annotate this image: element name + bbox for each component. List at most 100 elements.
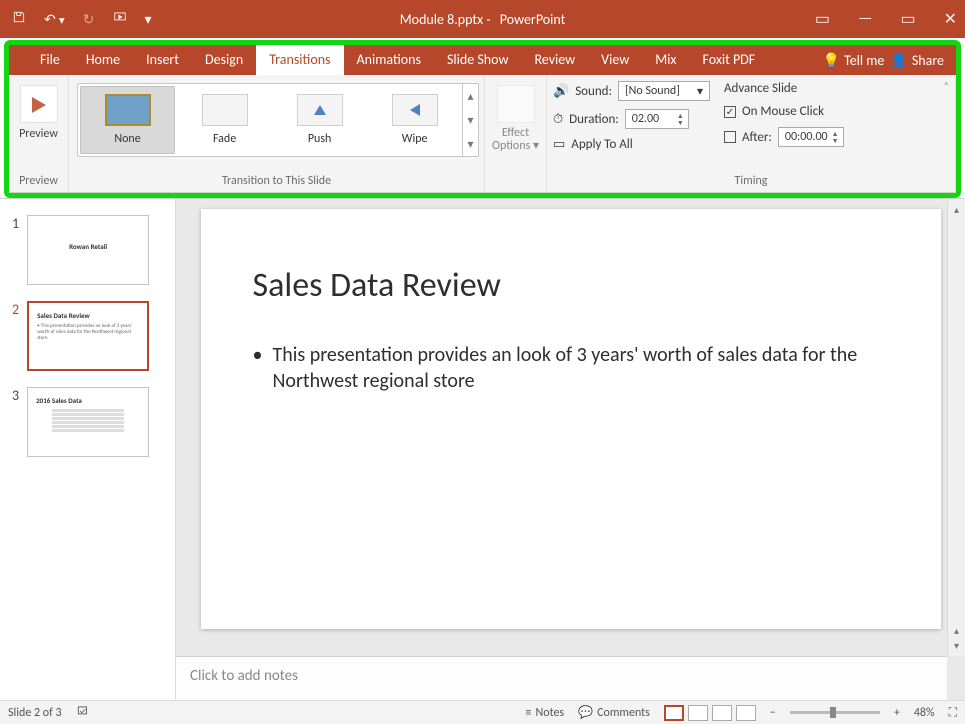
group-effect-options: EffectOptions ▾ (485, 75, 547, 192)
title-separator: - (486, 11, 490, 28)
group-timing: 🔊 Sound: [No Sound] ▾ ⏱ Duration: 02.00 … (547, 75, 956, 192)
effect-options-button[interactable]: EffectOptions ▾ (492, 127, 539, 153)
gallery-scroll-up-icon[interactable]: ▴ (463, 84, 478, 108)
slide-thumb-1-row: 1 Rowan Retail (0, 211, 175, 297)
ribbon-highlight-box: File Home Insert Design Transitions Anim… (4, 40, 961, 198)
sound-select[interactable]: [No Sound] ▾ (618, 81, 710, 101)
spin-down-icon[interactable]: ▼ (832, 137, 839, 144)
after-checkbox[interactable] (724, 131, 736, 143)
comments-icon: 💬 (578, 705, 593, 720)
tab-design[interactable]: Design (192, 45, 256, 75)
ribbon-tabs: File Home Insert Design Transitions Anim… (9, 45, 956, 75)
duration-input[interactable]: 02.00 ▲▼ (625, 109, 689, 129)
tab-foxit-pdf[interactable]: Foxit PDF (689, 45, 768, 75)
prev-slide-icon[interactable]: ▴ (954, 624, 959, 637)
document-name: Module 8.pptx (400, 11, 483, 28)
tab-insert[interactable]: Insert (133, 45, 192, 75)
tab-transitions[interactable]: Transitions (256, 45, 343, 75)
spin-down-icon[interactable]: ▼ (677, 119, 684, 126)
transition-none[interactable]: None (80, 86, 175, 154)
notes-label: Notes (536, 706, 565, 720)
comments-toggle-button[interactable]: 💬 Comments (578, 705, 650, 720)
slide-bullet: This presentation provides an look of 3 … (253, 342, 889, 394)
slide-thumb-1[interactable]: Rowan Retail (27, 215, 149, 285)
vertical-scrollbar[interactable]: ▴ ▴ ▾ (947, 199, 965, 656)
transition-fade[interactable]: Fade (177, 84, 272, 156)
collapse-ribbon-icon[interactable]: ˄ (944, 79, 949, 92)
on-mouse-click-label: On Mouse Click (742, 104, 824, 119)
close-icon[interactable]: ✕ (944, 9, 957, 29)
slide-thumb-3[interactable]: 2016 Sales Data (27, 387, 149, 457)
group-transition-gallery: None Fade Push Wipe ▴ ▾ ▾ Transition to … (69, 75, 485, 192)
advance-slide-label: Advance Slide (724, 81, 797, 96)
group-label-preview: Preview (9, 174, 68, 188)
next-slide-icon[interactable]: ▾ (954, 639, 959, 652)
slide-canvas[interactable]: Sales Data Review This presentation prov… (201, 209, 941, 629)
tab-slideshow[interactable]: Slide Show (434, 45, 521, 75)
spellcheck-icon[interactable] (76, 704, 90, 722)
effect-options-icon (497, 85, 535, 123)
notes-toggle-button[interactable]: ≡ Notes (526, 706, 565, 720)
transition-gallery: None Fade Push Wipe ▴ ▾ ▾ (77, 83, 479, 157)
slide-thumb-3-row: 3 2016 Sales Data (0, 383, 175, 469)
tab-mix[interactable]: Mix (642, 45, 689, 75)
slide-sorter-view-button[interactable] (688, 705, 708, 721)
share-button[interactable]: 👤 Share (890, 52, 944, 69)
reading-view-button[interactable] (712, 705, 732, 721)
title-bar: ↶ ▾ ↻ ▾ Module 8.pptx - PowerPoint ▭ — ▭… (0, 0, 965, 38)
tab-file[interactable]: File (27, 45, 73, 75)
apply-all-icon: ▭ (553, 137, 565, 152)
maximize-icon[interactable]: ▭ (900, 9, 915, 29)
start-from-beginning-icon[interactable] (113, 10, 127, 28)
tab-review[interactable]: Review (521, 45, 588, 75)
status-bar: Slide 2 of 3 ≡ Notes 💬 Comments − + 48% … (0, 700, 965, 724)
group-label-gallery: Transition to This Slide (69, 174, 484, 188)
tab-animations[interactable]: Animations (344, 45, 434, 75)
notes-pane[interactable]: Click to add notes (176, 656, 947, 700)
qat-customize-icon[interactable]: ▾ (145, 11, 152, 28)
tell-me-button[interactable]: 💡 Tell me (823, 52, 885, 69)
after-input[interactable]: 00:00.00 ▲▼ (778, 127, 844, 147)
redo-icon[interactable]: ↻ (83, 11, 95, 28)
transition-wipe-thumb (392, 94, 438, 126)
zoom-level[interactable]: 48% (914, 706, 935, 720)
zoom-out-button[interactable]: − (770, 706, 776, 720)
undo-drop-icon[interactable]: ▾ (59, 14, 65, 28)
ribbon-display-options-icon[interactable]: ▭ (815, 9, 830, 29)
slide-thumb-2-row: 2 Sales Data Review • This presentation … (0, 297, 175, 383)
slide-thumb-body: • This presentation provides an look of … (37, 323, 139, 341)
sound-label: Sound: (575, 84, 612, 99)
ribbon-body: Preview Preview None Fade Push Wipe ▴ (9, 75, 956, 193)
save-icon[interactable] (12, 10, 26, 28)
gallery-scroll-down-icon[interactable]: ▾ (463, 108, 478, 132)
after-value: 00:00.00 (785, 130, 828, 144)
transition-wipe[interactable]: Wipe (367, 84, 462, 156)
transition-none-thumb (105, 94, 151, 126)
slide-body[interactable]: This presentation provides an look of 3 … (253, 342, 889, 394)
scroll-up-icon[interactable]: ▴ (954, 203, 959, 216)
normal-view-button[interactable] (664, 705, 684, 721)
transition-push-thumb (297, 94, 343, 126)
tab-view[interactable]: View (588, 45, 642, 75)
slideshow-view-button[interactable] (736, 705, 756, 721)
after-label: After: (742, 130, 772, 145)
slide-title[interactable]: Sales Data Review (253, 265, 889, 306)
preview-button[interactable]: Preview (19, 127, 58, 141)
fit-to-window-button[interactable]: ⛶ (949, 706, 957, 720)
duration-value: 02.00 (632, 112, 659, 126)
minimize-icon[interactable]: — (858, 9, 872, 29)
slide-thumb-2[interactable]: Sales Data Review • This presentation pr… (27, 301, 149, 371)
on-mouse-click-checkbox[interactable]: ✓ (724, 106, 736, 118)
transition-push[interactable]: Push (272, 84, 367, 156)
gallery-expand-icon[interactable]: ▾ (463, 132, 478, 156)
slide-panel: 1 Rowan Retail 2 Sales Data Review • Thi… (0, 199, 176, 700)
zoom-slider[interactable] (790, 711, 880, 714)
apply-to-all-button[interactable]: ▭ Apply To All (553, 137, 710, 152)
transition-fade-thumb (202, 94, 248, 126)
preview-icon[interactable] (20, 85, 58, 123)
apply-all-label: Apply To All (571, 137, 632, 152)
zoom-in-button[interactable]: + (894, 706, 900, 720)
tab-home[interactable]: Home (73, 45, 133, 75)
app-name: PowerPoint (500, 11, 565, 28)
undo-icon[interactable]: ↶ ▾ (44, 11, 65, 28)
